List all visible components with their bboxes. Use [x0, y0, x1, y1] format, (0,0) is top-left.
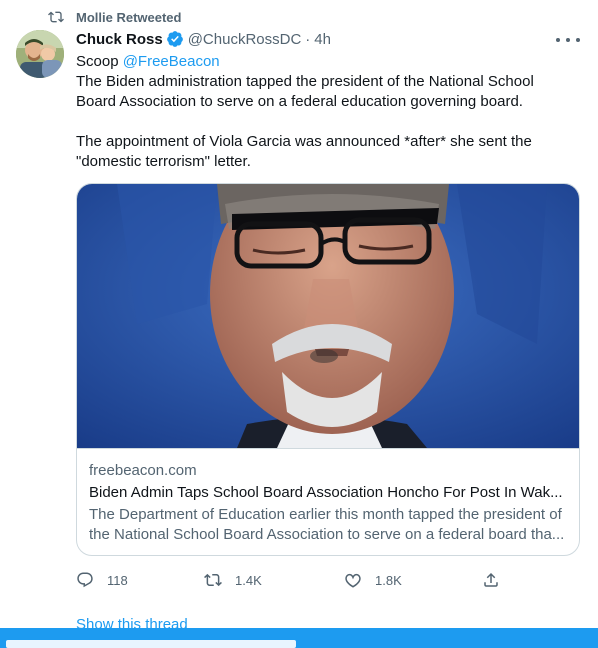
banner-text-cropped: [6, 640, 296, 648]
like-icon: [345, 573, 361, 588]
separator-dot: ·: [305, 30, 311, 48]
author-name[interactable]: Chuck Ross: [76, 31, 163, 48]
card-image: [77, 184, 579, 449]
tweet-text: Scoop @FreeBeacon The Biden administrati…: [76, 52, 576, 172]
tweet[interactable]: Mollie Retweeted Chuck Ross @ChuckRossDC…: [0, 0, 582, 648]
tweet-header: Chuck Ross @ChuckRossDC · 4h: [76, 29, 582, 49]
social-context[interactable]: Mollie Retweeted: [48, 8, 181, 26]
card-description: The Department of Education earlier this…: [89, 506, 565, 543]
card-title: Biden Admin Taps School Board Associatio…: [89, 484, 563, 501]
reply-button[interactable]: 118: [76, 571, 204, 589]
card-domain: freebeacon.com: [89, 462, 197, 479]
bottom-banner[interactable]: [0, 628, 598, 648]
reply-icon: [77, 572, 93, 588]
like-button[interactable]: 1.8K: [344, 571, 482, 589]
retweet-icon: [48, 11, 64, 23]
mention-link[interactable]: @FreeBeacon: [123, 53, 220, 70]
tweet-actions: 118 1.4K 1.8K: [76, 569, 506, 591]
card-meta: freebeacon.com Biden Admin Taps School B…: [89, 461, 573, 545]
retweet-button[interactable]: 1.4K: [204, 571, 344, 589]
avatar[interactable]: [16, 30, 64, 78]
author-handle[interactable]: @ChuckRossDC: [188, 31, 302, 48]
retweet-icon: [204, 573, 222, 587]
link-card[interactable]: freebeacon.com Biden Admin Taps School B…: [76, 183, 580, 556]
share-button[interactable]: [482, 571, 500, 589]
verified-badge-icon: [166, 31, 183, 47]
more-icon[interactable]: [554, 31, 582, 49]
reply-count: 118: [107, 572, 128, 588]
timestamp[interactable]: 4h: [314, 31, 331, 48]
retweet-count: 1.4K: [235, 572, 262, 588]
avatar-image: [16, 30, 64, 78]
like-count: 1.8K: [375, 572, 402, 588]
scoop-label: Scoop: [76, 53, 123, 70]
tweet-body: The Biden administration tapped the pres…: [76, 73, 534, 170]
retweeted-by-label: Mollie Retweeted: [76, 9, 182, 25]
share-icon: [484, 572, 498, 587]
